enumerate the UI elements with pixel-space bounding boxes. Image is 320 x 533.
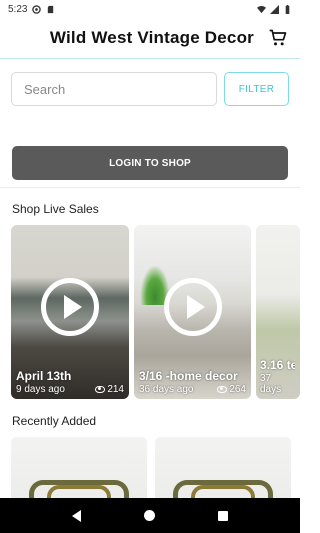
system-nav-bar (0, 498, 300, 533)
battery-icon (285, 4, 290, 14)
divider (0, 187, 300, 188)
back-icon[interactable] (71, 509, 81, 522)
shop-live-sales-heading: Shop Live Sales (12, 202, 99, 216)
card-name: April 13th (16, 369, 72, 383)
product-card[interactable] (11, 437, 147, 498)
recent-apps-icon[interactable] (218, 510, 229, 521)
sd-card-icon (48, 5, 54, 13)
card-views: 264 (217, 384, 246, 395)
card-age: 36 days ago (139, 384, 194, 395)
card-caption: April 13th 9 days ago 214 (16, 369, 124, 395)
play-icon[interactable] (41, 278, 99, 336)
card-age: 37 days (260, 373, 282, 395)
view-count: 264 (229, 384, 246, 395)
live-sale-card[interactable]: 3/16 -home decor 36 days ago 264 (134, 225, 251, 399)
card-caption: 3.16 te 37 days (260, 358, 295, 395)
notification-icon (32, 4, 42, 14)
live-sale-card[interactable]: 3.16 te 37 days (256, 225, 300, 399)
recently-added-heading: Recently Added (12, 414, 97, 428)
product-image-detail (47, 485, 111, 498)
home-icon[interactable] (143, 510, 155, 521)
card-name: 3.16 te (260, 358, 295, 372)
cart-icon[interactable] (268, 28, 288, 48)
search-row: Search FILTER (11, 72, 289, 106)
card-age: 9 days ago (16, 384, 65, 395)
play-icon[interactable] (163, 278, 222, 336)
app-header: Wild West Vintage Decor (0, 18, 300, 59)
product-card[interactable] (155, 437, 291, 498)
wifi-icon (257, 5, 266, 13)
eye-icon (217, 385, 228, 393)
card-caption: 3/16 -home decor 36 days ago 264 (139, 369, 246, 395)
signal-icon (270, 4, 279, 14)
status-time: 5:23 (8, 3, 28, 15)
login-to-shop-button[interactable]: LOGIN TO SHOP (12, 146, 288, 180)
recently-added-list[interactable] (11, 437, 300, 498)
search-input[interactable]: Search (11, 72, 217, 106)
store-title: Wild West Vintage Decor (49, 28, 254, 47)
eye-icon (95, 385, 106, 393)
filter-button[interactable]: FILTER (224, 72, 289, 106)
status-bar: 5:23 (0, 0, 300, 18)
search-placeholder: Search (24, 81, 66, 97)
view-count: 214 (107, 384, 124, 395)
login-label: LOGIN TO SHOP (109, 157, 191, 169)
card-views: 214 (95, 384, 124, 395)
live-sales-carousel[interactable]: April 13th 9 days ago 214 3/16 -home dec… (11, 225, 300, 399)
card-name: 3/16 -home decor (139, 369, 238, 383)
filter-label: FILTER (238, 83, 275, 95)
live-sale-card[interactable]: April 13th 9 days ago 214 (11, 225, 129, 399)
product-image-detail (191, 485, 255, 498)
